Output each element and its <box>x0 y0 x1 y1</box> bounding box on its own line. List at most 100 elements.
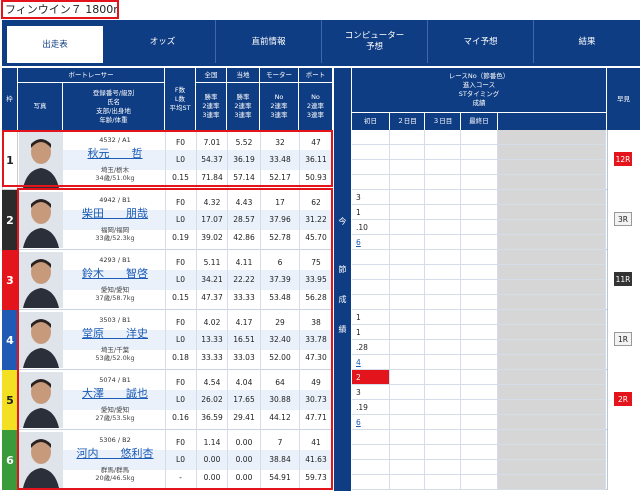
tab-results[interactable]: 結果 <box>534 20 640 64</box>
series-cell <box>461 325 498 340</box>
series-cell <box>425 265 461 280</box>
series-cell <box>425 235 461 250</box>
series-cell <box>390 220 425 235</box>
series-cell <box>498 430 606 445</box>
series-cell <box>498 280 606 295</box>
hayami-race-badge[interactable]: 12R <box>614 152 632 166</box>
series-cell <box>498 205 606 220</box>
series-cell <box>461 265 498 280</box>
series-value[interactable]: 6 <box>356 418 361 427</box>
series-cell <box>390 460 425 475</box>
series-cell <box>425 310 461 325</box>
series-cell <box>461 160 498 175</box>
series-cell <box>352 475 390 490</box>
series-cell <box>425 130 461 145</box>
series-cell <box>352 430 390 445</box>
header-day-2: ２日目 <box>390 113 424 130</box>
header-racer: ボートレーサー <box>18 68 164 82</box>
tab-my-prediction[interactable]: マイ予想 <box>428 20 534 64</box>
series-cell <box>390 310 425 325</box>
series-cell <box>390 445 425 460</box>
hayami-race-badge[interactable]: 11R <box>614 272 632 286</box>
header-label: ２日目 <box>397 117 417 125</box>
series-cell <box>352 280 390 295</box>
series-cell <box>390 130 425 145</box>
series-cell <box>390 175 425 190</box>
header-label: ボートレーサー <box>68 70 114 79</box>
header-day-1: 初日 <box>352 113 389 130</box>
waku-number: 6 <box>2 430 18 490</box>
series-cell <box>390 385 425 400</box>
series-cell <box>390 235 425 250</box>
series-cell <box>461 130 498 145</box>
series-cell <box>498 310 606 325</box>
series-cell <box>498 460 606 475</box>
series-cell <box>352 160 390 175</box>
series-cell <box>461 295 498 310</box>
series-cell <box>352 265 390 280</box>
highlight-box-2 <box>17 188 333 490</box>
series-cell <box>390 250 425 265</box>
series-cell <box>498 235 606 250</box>
series-row: 2 3 .19 6 <box>352 370 640 430</box>
series-cell <box>425 220 461 235</box>
header-rate-boat: No 2連率 3連率 <box>299 83 332 130</box>
series-value[interactable]: 6 <box>356 238 361 247</box>
series-cell <box>498 250 606 265</box>
waku-number: 3 <box>2 250 18 310</box>
header-race-info: レースNo（節番色） 進入コース STタイミング 成績 <box>352 68 606 112</box>
series-value[interactable]: 4 <box>356 358 361 367</box>
header-label: 最終日 <box>469 117 489 125</box>
series-cell <box>498 190 606 205</box>
series-cell <box>425 205 461 220</box>
side-label-char: 成 <box>338 295 347 304</box>
series-value: .19 <box>356 403 368 412</box>
series-value: .10 <box>356 223 368 232</box>
series-cell <box>352 145 390 160</box>
tab-pre-race-info[interactable]: 直前情報 <box>216 20 322 64</box>
series-cell <box>498 475 606 490</box>
series-cell <box>461 175 498 190</box>
side-label-char: 績 <box>338 325 347 334</box>
series-cell <box>352 445 390 460</box>
series-cell <box>425 280 461 295</box>
tab-odds[interactable]: オッズ <box>110 20 216 64</box>
header-zenkoku: 全国 <box>196 68 226 82</box>
hayami-cell <box>607 430 640 490</box>
header-label: 早見 <box>617 94 630 103</box>
hayami-race-badge[interactable]: 3R <box>614 212 632 226</box>
series-value: 2 <box>356 373 361 382</box>
series-cell <box>390 370 425 385</box>
series-row <box>352 130 640 190</box>
series-cell <box>425 385 461 400</box>
series-cell <box>352 460 390 475</box>
tab-bar: 出走表 オッズ 直前情報 コンピューター 予想 マイ予想 結果 <box>2 20 640 64</box>
series-value: 1 <box>356 328 361 337</box>
series-cell <box>461 190 498 205</box>
tab-computer-prediction[interactable]: コンピューター 予想 <box>322 20 428 64</box>
waku-number: 5 <box>2 370 18 430</box>
hayami-race-badge[interactable]: 2R <box>614 392 632 406</box>
series-cell <box>390 295 425 310</box>
series-cell <box>390 160 425 175</box>
header-label: ボート <box>305 70 326 79</box>
series-cell <box>498 355 606 370</box>
header-label: No 2連率 3連率 <box>270 93 288 119</box>
header-racer-info: 登録番号/級別 氏名 支部/出身地 年齢/体重 <box>63 83 164 130</box>
series-cell <box>498 265 606 280</box>
series-cell <box>425 430 461 445</box>
race-title: フィンウイン７ 1800m <box>1 0 119 19</box>
series-value: 1 <box>356 208 361 217</box>
header-label: 全国 <box>204 70 218 79</box>
header-label: 登録番号/級別 氏名 支部/出身地 年齢/体重 <box>92 88 135 124</box>
series-cell <box>390 265 425 280</box>
tab-entry-list[interactable]: 出走表 <box>6 25 104 64</box>
hayami-race-badge[interactable]: 1R <box>614 332 632 346</box>
header-label: No 2連率 3連率 <box>306 93 325 119</box>
series-cell <box>425 400 461 415</box>
series-cell <box>390 325 425 340</box>
series-cell <box>461 460 498 475</box>
waku-number: 2 <box>2 190 18 250</box>
series-cell <box>498 295 606 310</box>
series-cell <box>461 430 498 445</box>
